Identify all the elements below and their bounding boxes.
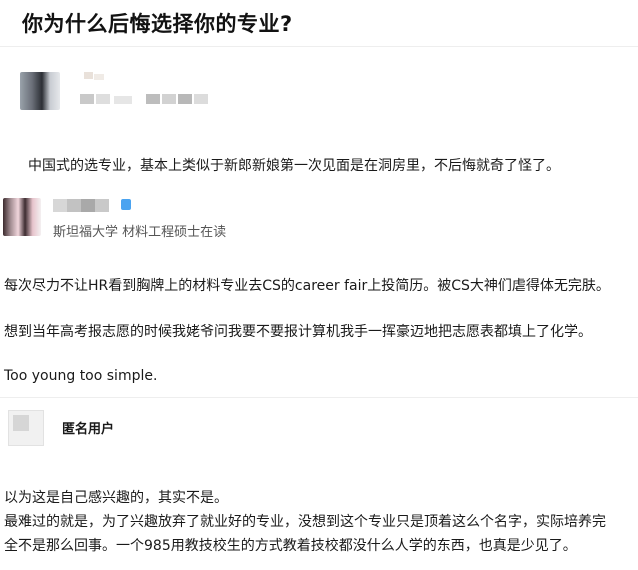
author-avatar-blurred[interactable]: [3, 198, 41, 236]
question-page: 你为什么后悔选择你的专业? 中国式的选专业，基本上类似于新郎新娘第一次见面是在洞…: [0, 0, 638, 570]
title-divider: [0, 46, 638, 47]
answer-2-paragraph-1: 每次尽力不让HR看到胸牌上的材料专业去CS的career fair上投简历。被C…: [4, 278, 610, 294]
author-avatar-blurred[interactable]: [20, 72, 60, 110]
anonymous-avatar-icon: [8, 410, 44, 446]
verified-badge-icon: [121, 199, 131, 210]
answer-3-line-3: 全不是那么回事。一个985用教技校生的方式教着技校都没什么人学的东西，也真是少见…: [4, 538, 577, 554]
answer-3-line-1: 以为这是自己感兴趣的，其实不是。: [4, 490, 228, 506]
answer-divider: [0, 397, 638, 398]
question-title: 你为什么后悔选择你的专业?: [22, 12, 293, 36]
answer-2-paragraph-2: 想到当年高考报志愿的时候我姥爷问我要不要报计算机我手一挥豪迈地把志愿表都填上了化…: [4, 324, 592, 340]
author-bio: 斯坦福大学 材料工程硕士在读: [53, 225, 227, 240]
author-name: 匿名用户: [62, 422, 115, 437]
answer-1-paragraph: 中国式的选专业，基本上类似于新郎新娘第一次见面是在洞房里，不后悔就奇了怪了。: [28, 158, 560, 174]
answer-3-line-2: 最难过的就是，为了兴趣放弃了就业好的专业，没想到这个专业只是顶着这么个名字，实际…: [4, 514, 606, 530]
answer-2-paragraph-3: Too young too simple.: [4, 368, 158, 384]
